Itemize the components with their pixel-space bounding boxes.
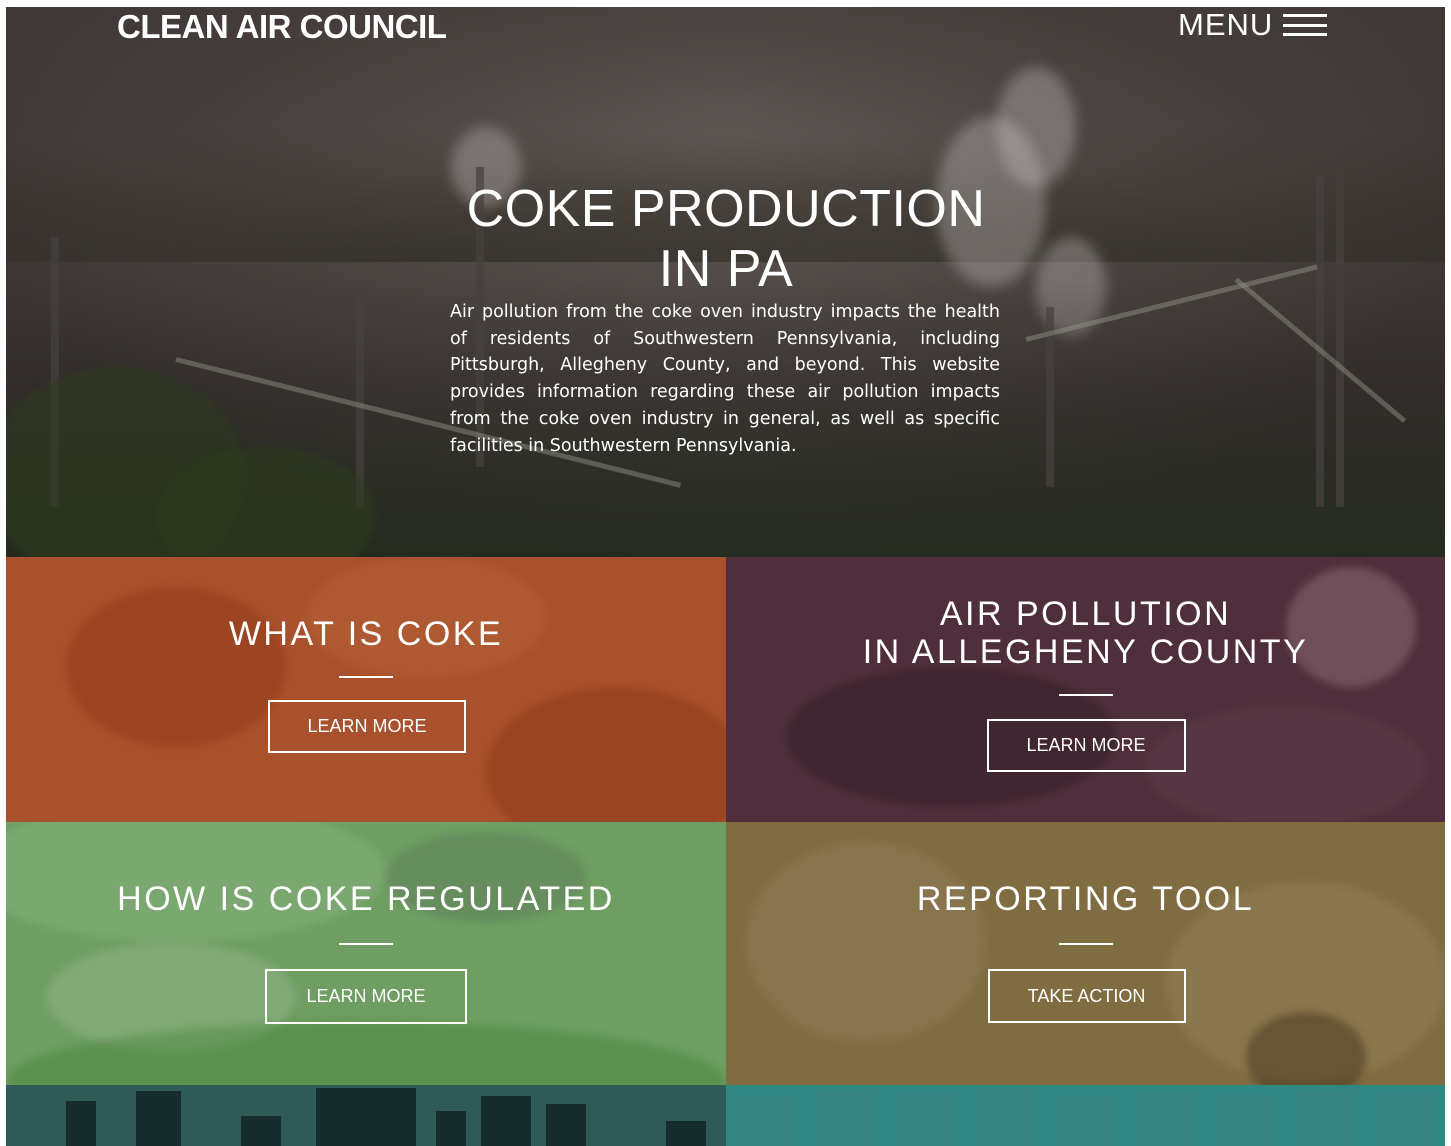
facility-panel	[896, 1093, 956, 1146]
learn-more-button[interactable]: LEARN MORE	[986, 719, 1186, 772]
facility-panel	[1216, 1094, 1276, 1146]
hamburger-icon	[1283, 14, 1328, 36]
tile-air-pollution-allegheny: AIR POLLUTION IN ALLEGHENY COUNTY LEARN …	[726, 557, 1445, 822]
page-frame: CLEAN AIR COUNCIL MENU COKE PRODUCTION I…	[6, 7, 1445, 1146]
take-action-button[interactable]: TAKE ACTION	[987, 969, 1186, 1023]
city-building	[136, 1091, 181, 1146]
tile-partial-facility	[726, 1085, 1445, 1146]
site-logo[interactable]: CLEAN AIR COUNCIL	[117, 9, 447, 45]
tile-partial-city	[6, 1085, 726, 1146]
learn-more-button[interactable]: LEARN MORE	[265, 969, 467, 1024]
hero-title-line-2: IN PA	[658, 240, 794, 298]
city-building	[66, 1101, 96, 1146]
city-building	[316, 1088, 416, 1146]
tile-title: REPORTING TOOL	[916, 880, 1255, 918]
tile-divider	[1058, 943, 1113, 945]
facility-panel	[1056, 1095, 1116, 1146]
hero-smoke-plume	[996, 67, 1076, 187]
hero-description: Air pollution from the coke oven industr…	[450, 302, 1000, 456]
city-building	[666, 1121, 706, 1146]
tile-title: HOW IS COKE REGULATED	[117, 880, 615, 918]
tile-how-is-coke-regulated: HOW IS COKE REGULATED LEARN MORE	[6, 822, 726, 1085]
facility-panel	[1296, 1090, 1356, 1146]
facility-panel	[1136, 1091, 1196, 1146]
tile-texture	[1146, 707, 1426, 822]
tile-reporting-tool: REPORTING TOOL TAKE ACTION	[726, 822, 1445, 1085]
tile-divider	[339, 943, 393, 945]
city-building	[241, 1116, 281, 1146]
hero-title-line-1: COKE PRODUCTION	[466, 180, 986, 238]
menu-button[interactable]: MENU	[1178, 7, 1328, 43]
tile-title: AIR POLLUTION IN ALLEGHENY COUNTY	[726, 595, 1445, 671]
city-building	[436, 1111, 466, 1146]
tile-texture	[746, 842, 986, 1042]
tile-divider	[1058, 694, 1113, 696]
facility-panel	[1376, 1093, 1436, 1146]
tile-title: WHAT IS COKE	[228, 615, 504, 653]
learn-more-button[interactable]: LEARN MORE	[268, 700, 466, 753]
menu-label: MENU	[1178, 7, 1274, 42]
city-building	[481, 1096, 531, 1146]
facility-panel	[816, 1090, 876, 1146]
tile-title-line-1: AIR POLLUTION	[939, 595, 1232, 633]
city-building	[546, 1104, 586, 1146]
tile-texture	[66, 587, 286, 747]
hero-section: CLEAN AIR COUNCIL MENU COKE PRODUCTION I…	[6, 7, 1445, 587]
facility-panel	[736, 1095, 796, 1146]
tile-what-is-coke: WHAT IS COKE LEARN MORE	[6, 557, 726, 822]
facility-panel	[976, 1089, 1036, 1146]
tile-texture	[486, 687, 726, 822]
hero-title: COKE PRODUCTION IN PA	[426, 179, 1026, 299]
tile-divider	[339, 676, 393, 678]
hero-smokestack	[1316, 177, 1324, 507]
hero-smokestack	[1336, 167, 1344, 507]
tile-title-line-2: IN ALLEGHENY COUNTY	[862, 633, 1309, 671]
hero-smokestack	[356, 287, 364, 507]
